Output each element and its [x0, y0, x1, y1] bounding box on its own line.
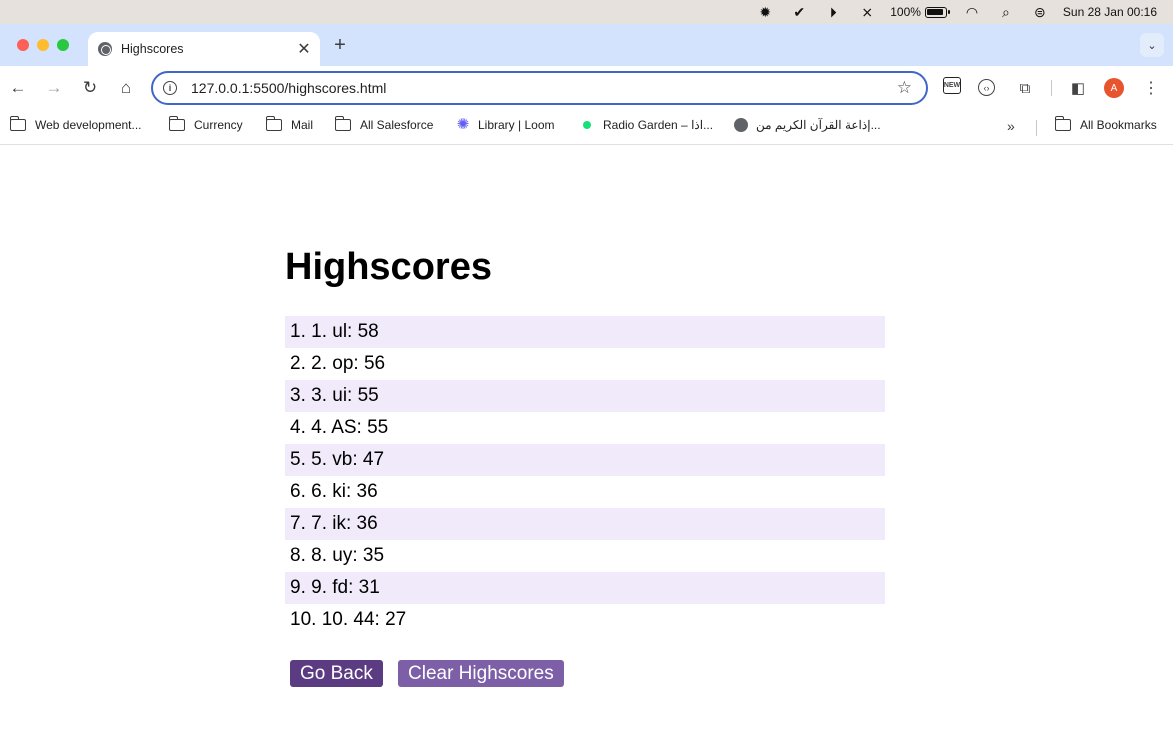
battery-percent: 100% — [890, 5, 921, 19]
play-circle-icon[interactable]: ⏵ — [824, 4, 842, 20]
check-badge-icon[interactable]: ✔ — [790, 4, 808, 20]
menubar-datetime[interactable]: Sun 28 Jan 00:16 — [1063, 5, 1157, 19]
bookmark-all-salesforce[interactable]: All Salesforce — [334, 116, 434, 132]
folder-icon — [168, 116, 185, 131]
loom-icon: ✺ — [456, 116, 470, 133]
toolbar-divider — [1051, 80, 1052, 96]
profile-avatar[interactable]: A — [1104, 78, 1124, 98]
code-extension-icon[interactable]: ‹› — [978, 79, 995, 96]
close-icon[interactable]: ✕ — [294, 39, 314, 59]
back-arrow-icon[interactable]: ← — [6, 76, 30, 100]
list-item: 4. 4. AS: 55 — [290, 417, 389, 438]
list-item: 2. 2. op: 56 — [290, 353, 386, 374]
url-text[interactable]: 127.0.0.1:5500/highscores.html — [191, 80, 897, 96]
list-item: 10. 10. 44: 27 — [290, 609, 407, 630]
clear-highscores-button[interactable]: Clear Highscores — [398, 660, 564, 687]
bookmark-label: All Salesforce — [360, 118, 434, 132]
address-bar[interactable]: i 127.0.0.1:5500/highscores.html ☆ — [151, 71, 928, 105]
go-back-button[interactable]: Go Back — [290, 660, 383, 687]
globe-icon — [734, 118, 748, 132]
maximize-window-button[interactable] — [57, 39, 69, 51]
side-panel-icon[interactable]: ◧ — [1067, 77, 1089, 99]
bookmark-all-bookmarks[interactable]: All Bookmarks — [1054, 116, 1157, 132]
folder-icon — [334, 116, 351, 131]
bookmark-radio-garden[interactable]: Radio Garden – اذا... — [580, 118, 713, 132]
highscore-list: 1. 1. ul: 58 2. 2. op: 56 3. 3. ui: 55 4… — [285, 316, 885, 636]
puzzle-extensions-icon[interactable]: ⧉ — [1014, 77, 1036, 99]
bookmark-label: Mail — [291, 118, 314, 132]
battery-icon[interactable] — [924, 6, 950, 18]
bookmark-library-loom[interactable]: ✺ Library | Loom — [456, 116, 555, 133]
bookmark-star-icon[interactable]: ☆ — [897, 78, 912, 98]
home-icon[interactable]: ⌂ — [114, 76, 138, 100]
bookmarks-divider — [1036, 120, 1037, 136]
bookmark-quran-radio[interactable]: إذاعة القرآن الكريم من... — [734, 118, 881, 132]
bookmark-label: إذاعة القرآن الكريم من... — [756, 118, 881, 132]
browser-toolbar: ← → ↻ ⌂ i 127.0.0.1:5500/highscores.html… — [0, 66, 1173, 110]
list-item: 9. 9. fd: 31 — [285, 572, 885, 604]
close-window-button[interactable] — [17, 39, 29, 51]
bookmark-label: Library | Loom — [478, 118, 555, 132]
bookmark-label: Currency — [194, 118, 243, 132]
bookmark-currency[interactable]: Currency — [168, 116, 243, 132]
list-item: 6. 6. ki: 36 — [290, 481, 378, 502]
site-info-icon[interactable]: i — [163, 81, 177, 95]
new-tab-button[interactable]: + — [329, 34, 351, 56]
sun-icon[interactable]: ✹ — [756, 4, 774, 20]
page-content: Highscores 1. 1. ul: 58 2. 2. op: 56 3. … — [0, 146, 1173, 738]
bookmark-label: All Bookmarks — [1080, 118, 1157, 132]
no-bluetooth-icon[interactable]: ⨯ — [858, 4, 876, 20]
tab-highscores[interactable]: Highscores ✕ — [88, 32, 320, 66]
macos-menu-bar: ✹ ✔ ⏵ ⨯ 100% ◠ ⌕ ⊜ Sun 28 Jan 00:16 — [0, 0, 1173, 24]
bookmark-label: Radio Garden – اذا... — [603, 118, 714, 132]
bookmark-label: Web development... — [35, 118, 142, 132]
reload-icon[interactable]: ↻ — [78, 76, 102, 100]
folder-icon — [1054, 116, 1071, 131]
list-item: 3. 3. ui: 55 — [285, 380, 885, 412]
minimize-window-button[interactable] — [37, 39, 49, 51]
kebab-menu-icon[interactable]: ⋮ — [1140, 77, 1162, 99]
bookmarks-bar: Web development... Currency Mail All Sal… — [0, 110, 1173, 145]
chevron-down-icon[interactable]: ⌄ — [1140, 33, 1164, 57]
bookmark-web-development[interactable]: Web development... — [9, 116, 142, 132]
radio-dot-icon — [583, 121, 591, 129]
wifi-icon[interactable]: ◠ — [963, 4, 981, 20]
tab-title: Highscores — [121, 42, 184, 56]
globe-icon — [98, 42, 112, 56]
list-item: 8. 8. uy: 35 — [290, 545, 385, 566]
folder-icon — [9, 116, 26, 131]
list-item: 7. 7. ik: 36 — [285, 508, 885, 540]
bookmark-mail[interactable]: Mail — [265, 116, 314, 132]
tab-strip: Highscores ✕ + ⌄ — [0, 24, 1173, 66]
new-extension-icon[interactable]: NEW — [943, 77, 961, 94]
forward-arrow-icon[interactable]: → — [42, 76, 66, 100]
control-center-icon[interactable]: ⊜ — [1031, 4, 1049, 20]
page-title: Highscores — [285, 246, 492, 288]
folder-icon — [265, 116, 282, 131]
list-item: 5. 5. vb: 47 — [285, 444, 885, 476]
search-icon[interactable]: ⌕ — [997, 4, 1015, 20]
list-item: 1. 1. ul: 58 — [285, 316, 885, 348]
double-chevron-right-icon[interactable]: » — [1007, 118, 1015, 134]
